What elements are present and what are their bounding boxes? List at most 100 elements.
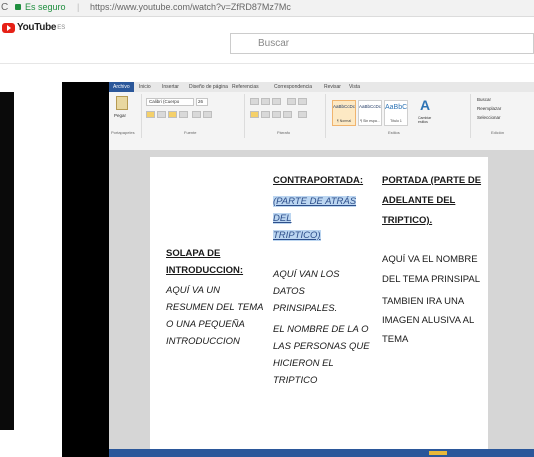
portada-body-line: DEL TEMA PRINSIPAL (382, 274, 481, 285)
bullets-button[interactable] (250, 98, 259, 105)
style-sample: AaBbCcDc (359, 104, 382, 109)
paste-label: Pegar (114, 113, 127, 118)
solapa-heading-line: INTRODUCCION: (166, 265, 244, 276)
change-styles-label: Cambiar estilos (418, 116, 432, 124)
align-center-button[interactable] (261, 111, 270, 118)
portada-body-line: IMAGEN ALUSIVA AL (382, 315, 475, 326)
reload-icon[interactable]: C (1, 2, 8, 13)
shading-button[interactable] (298, 111, 307, 118)
styles-group: AaBbCcDc ¶ Normal AaBbCcDc ¶ Sin espa...… (328, 94, 471, 138)
multilevel-button[interactable] (272, 98, 281, 105)
highlight-color-button[interactable] (192, 111, 201, 118)
browser-address-bar[interactable]: C Es seguro | https://www.youtube.com/wa… (0, 0, 534, 17)
style-sample: AaBbCcDc (333, 104, 356, 109)
portada-heading-line: ADELANTE DEL (382, 195, 456, 206)
font-name-select[interactable]: Calibri (Cuerpo (146, 98, 194, 106)
paragraph-group: Párrafo (247, 94, 326, 138)
tab-referencias[interactable]: Referencias (232, 84, 259, 90)
style-name: Título 1 (390, 119, 402, 123)
document-area: SOLAPA DE INTRODUCCION: AQUÍ VA UN RESUM… (109, 150, 534, 457)
solapa-body-line: AQUÍ VA UN (166, 285, 221, 296)
select-button[interactable]: Seleccionar (477, 115, 501, 120)
portada-heading-line: PORTADA (PARTE DE (382, 175, 482, 186)
youtube-logo[interactable]: YouTube ES (2, 22, 65, 33)
editing-group: Buscar Reemplazar Seleccionar Edición (473, 94, 531, 138)
style-name: ¶ Sin espa... (360, 119, 380, 123)
group-label-styles: Estilos (388, 130, 400, 135)
column-portada: PORTADA (PARTE DE ADELANTE DEL TRIPTICO)… (382, 172, 486, 348)
youtube-logo-text: YouTube (17, 22, 57, 33)
column-contraportada: CONTRAPORTADA: (PARTE DE ATRÁS DEL TRIPT… (273, 172, 373, 389)
align-left-button[interactable] (250, 111, 259, 118)
style-normal[interactable]: AaBbCcDc ¶ Normal (332, 100, 356, 126)
tab-inicio[interactable]: Inicio (139, 84, 151, 90)
lock-icon (15, 4, 21, 10)
tab-revisar[interactable]: Revisar (324, 84, 341, 90)
font-color-button[interactable] (203, 111, 212, 118)
find-button[interactable]: Buscar (477, 97, 491, 102)
tab-vista[interactable]: Vista (349, 84, 360, 90)
style-name: ¶ Normal (336, 119, 352, 123)
tab-diseno[interactable]: Diseño de página (189, 84, 228, 90)
group-label-clipboard: Portapapeles (111, 130, 135, 135)
bold-button[interactable] (146, 111, 155, 118)
style-heading-1[interactable]: AaBbC Título 1 (384, 100, 408, 126)
contraportada-body-line: TRIPTICO (273, 375, 318, 386)
selected-text-line[interactable]: TRIPTICO) (273, 230, 321, 241)
ribbon-tabs: Archivo Inicio Insertar Diseño de página… (109, 82, 534, 92)
contraportada-body-line: EL NOMBRE DE LA O (273, 324, 369, 335)
group-label-font: Fuente (184, 130, 197, 135)
clipboard-group: Pegar Portapapeles (111, 94, 142, 138)
strikethrough-button[interactable] (179, 111, 188, 118)
tab-archivo[interactable]: Archivo (109, 82, 134, 92)
increase-indent-button[interactable] (298, 98, 307, 105)
italic-button[interactable] (157, 111, 166, 118)
separator: | (77, 2, 80, 12)
column-solapa: SOLAPA DE INTRODUCCION: AQUÍ VA UN RESUM… (166, 245, 266, 350)
contraportada-body-line: HICIERON EL (273, 358, 334, 369)
style-sample: AaBbC (385, 104, 408, 111)
selected-text-line[interactable]: (PARTE DE ATRÁS DEL (273, 196, 357, 224)
font-size-value: 26 (198, 99, 204, 104)
tab-insertar[interactable]: Insertar (162, 84, 179, 90)
align-right-button[interactable] (272, 111, 281, 118)
portada-body-line: AQUÍ VA EL NOMBRE (382, 254, 478, 265)
change-styles-icon[interactable]: A (420, 98, 434, 112)
portada-heading-line: TRIPTICO). (382, 215, 433, 226)
sidebar-edge (0, 92, 14, 430)
status-indicator (429, 451, 447, 455)
paste-icon[interactable] (116, 96, 128, 110)
portada-body-line: TEMA (382, 334, 409, 345)
replace-button[interactable]: Reemplazar (477, 106, 501, 111)
group-label-paragraph: Párrafo (277, 130, 291, 135)
font-group: Calibri (Cuerpo 26 Fuente (144, 94, 245, 138)
search-placeholder: Buscar (258, 38, 290, 49)
secure-label: Es seguro (25, 2, 66, 12)
style-no-spacing[interactable]: AaBbCcDc ¶ Sin espa... (358, 100, 382, 126)
solapa-body-line: INTRODUCCION (166, 336, 240, 347)
solapa-body-line: RESUMEN DEL TEMA (166, 302, 264, 313)
justify-button[interactable] (283, 111, 292, 118)
youtube-play-icon (2, 22, 15, 33)
ribbon: Pegar Portapapeles Calibri (Cuerpo 26 Fu… (109, 92, 534, 151)
country-code: ES (57, 24, 66, 31)
underline-button[interactable] (168, 111, 177, 118)
url-text[interactable]: https://www.youtube.com/watch?v=ZfRD87Mz… (90, 2, 291, 12)
solapa-body-line: O UNA PEQUEÑA (166, 319, 245, 330)
decrease-indent-button[interactable] (287, 98, 296, 105)
contraportada-heading: CONTRAPORTADA: (273, 175, 364, 186)
word-window: Archivo Inicio Insertar Diseño de página… (109, 82, 534, 457)
contraportada-body-line: LAS PERSONAS QUE (273, 341, 370, 352)
contraportada-body-line: PRINSIPALES. (273, 303, 338, 314)
word-status-bar (109, 449, 534, 457)
group-label-editing: Edición (491, 130, 505, 135)
search-input[interactable]: Buscar (230, 33, 534, 54)
document-page[interactable]: SOLAPA DE INTRODUCCION: AQUÍ VA UN RESUM… (150, 157, 488, 457)
numbering-button[interactable] (261, 98, 270, 105)
tab-correspondencia[interactable]: Correspondencia (274, 84, 312, 90)
solapa-heading-line: SOLAPA DE (166, 248, 221, 259)
contraportada-body-line: AQUÍ VAN LOS DATOS (273, 269, 340, 297)
font-size-select[interactable]: 26 (196, 98, 208, 106)
portada-body-line: TAMBIEN IRA UNA (382, 296, 465, 307)
font-name-value: Calibri (Cuerpo (149, 99, 180, 104)
